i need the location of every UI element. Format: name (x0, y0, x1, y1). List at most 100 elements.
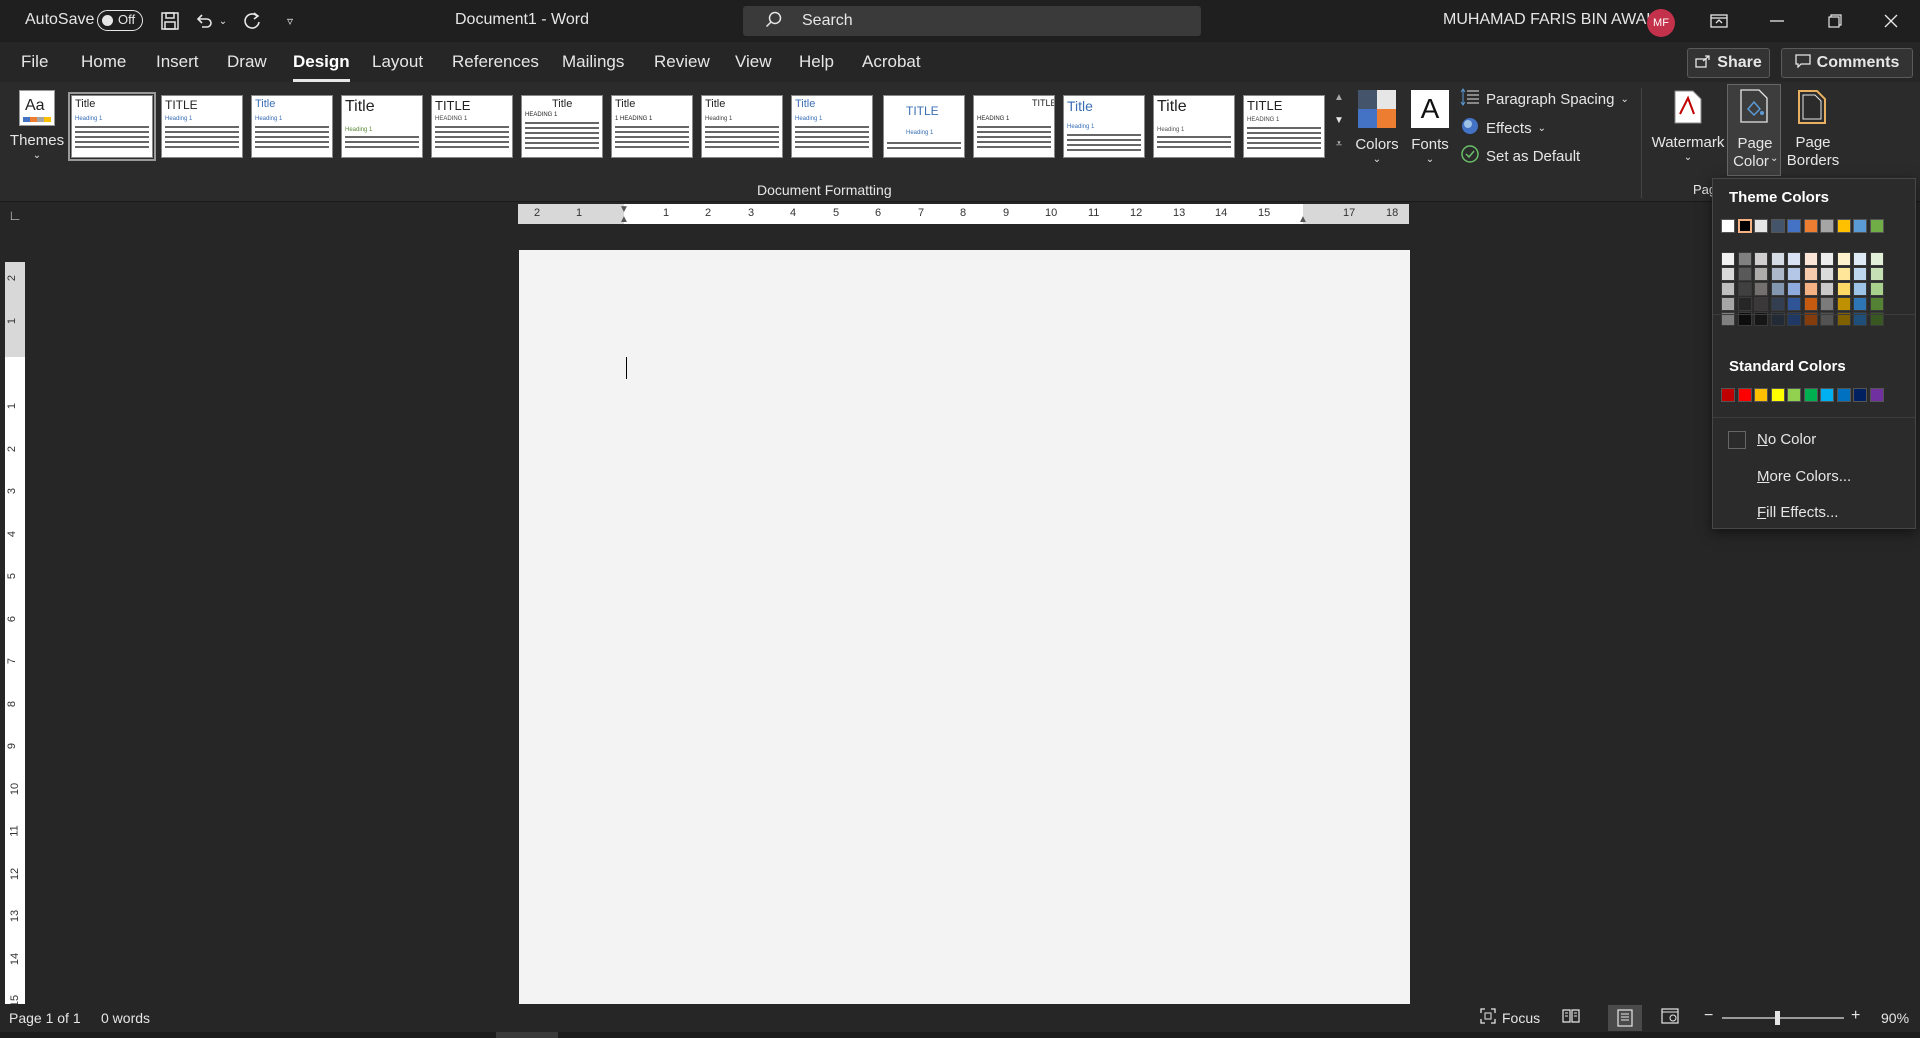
theme-shade-swatch[interactable] (1787, 297, 1801, 311)
standard-color-swatch[interactable] (1803, 388, 1818, 402)
tab-draw[interactable]: Draw (227, 52, 267, 72)
theme-shade-swatch[interactable] (1836, 297, 1851, 311)
theme-color-swatch[interactable] (1787, 219, 1801, 233)
style-set-3[interactable]: Title Heading 1 (251, 95, 333, 158)
theme-shade-swatch[interactable] (1853, 267, 1867, 281)
theme-shade-swatch[interactable] (1770, 282, 1785, 296)
style-set-9[interactable]: Title Heading 1 (791, 95, 873, 158)
theme-shade-swatch[interactable] (1869, 297, 1884, 311)
redo-icon[interactable] (240, 9, 264, 33)
paragraph-spacing-button[interactable]: Paragraph Spacing ⌄ (1460, 88, 1629, 110)
autosave-toggle[interactable]: Off (97, 10, 143, 31)
tab-layout[interactable]: Layout (372, 52, 423, 72)
gallery-more-icon[interactable]: ⩡ (1331, 138, 1347, 160)
theme-shade-swatch[interactable] (1836, 267, 1851, 281)
style-set-12[interactable]: Title Heading 1 (1063, 95, 1145, 158)
theme-shade-swatch[interactable] (1836, 282, 1851, 296)
tab-mailings[interactable]: Mailings (562, 52, 624, 72)
theme-shade-swatch[interactable] (1820, 282, 1834, 296)
theme-shade-swatch[interactable] (1869, 252, 1884, 266)
theme-shade-swatch[interactable] (1754, 297, 1768, 311)
theme-shade-swatch[interactable] (1803, 267, 1818, 281)
theme-shade-swatch[interactable] (1737, 297, 1752, 311)
tab-selector-icon[interactable]: ∟ (5, 207, 25, 227)
theme-color-swatch[interactable] (1737, 219, 1752, 233)
theme-shade-swatch[interactable] (1820, 297, 1834, 311)
more-colors-item[interactable]: More Colors... (1713, 461, 1915, 493)
theme-shade-swatch[interactable] (1770, 252, 1785, 266)
theme-shade-swatch[interactable] (1820, 267, 1834, 281)
set-as-default-button[interactable]: Set as Default (1460, 145, 1580, 167)
theme-shade-swatch[interactable] (1787, 282, 1801, 296)
style-set-8[interactable]: Title Heading 1 (701, 95, 783, 158)
zoom-level[interactable]: 90% (1881, 1010, 1909, 1026)
theme-shade-swatch[interactable] (1853, 282, 1867, 296)
theme-shade-swatch[interactable] (1853, 297, 1867, 311)
tab-view[interactable]: View (735, 52, 772, 72)
undo-icon[interactable] (192, 9, 216, 33)
style-set-2[interactable]: TITLE Heading 1 (161, 95, 243, 158)
page-count[interactable]: Page 1 of 1 (9, 1010, 81, 1026)
style-set-11[interactable]: TITLE HEADING 1 (973, 95, 1055, 158)
comments-button[interactable]: Comments (1781, 48, 1913, 78)
theme-shade-swatch[interactable] (1803, 297, 1818, 311)
theme-shade-swatch[interactable] (1869, 282, 1884, 296)
theme-shade-swatch[interactable] (1721, 252, 1735, 266)
avatar[interactable]: MF (1647, 9, 1675, 37)
minimize-icon[interactable] (1748, 0, 1806, 42)
close-icon[interactable] (1862, 0, 1920, 42)
theme-color-swatch[interactable] (1803, 219, 1818, 233)
search-box[interactable]: Search (743, 6, 1201, 36)
themes-button[interactable]: Aa Themes ⌄ (6, 84, 68, 168)
theme-shade-swatch[interactable] (1836, 252, 1851, 266)
zoom-slider[interactable] (1722, 1011, 1844, 1025)
tab-home[interactable]: Home (81, 52, 126, 72)
theme-shade-swatch[interactable] (1770, 297, 1785, 311)
standard-color-swatch[interactable] (1770, 388, 1785, 402)
standard-color-swatch[interactable] (1787, 388, 1801, 402)
restore-icon[interactable] (1806, 0, 1864, 42)
page-borders-button[interactable]: Page Borders (1786, 86, 1840, 176)
theme-shade-swatch[interactable] (1787, 252, 1801, 266)
theme-shade-swatch[interactable] (1721, 267, 1735, 281)
page-color-button[interactable]: Page Color ⌄ (1727, 84, 1781, 176)
theme-shade-swatch[interactable] (1853, 252, 1867, 266)
theme-shade-swatch[interactable] (1803, 282, 1818, 296)
zoom-out-icon[interactable]: − (1704, 1007, 1713, 1025)
colors-button[interactable]: Colors ⌄ (1355, 88, 1399, 172)
style-set-5[interactable]: TITLE HEADING 1 (431, 95, 513, 158)
undo-dropdown-icon[interactable]: ⌄ (216, 9, 230, 33)
theme-color-swatch[interactable] (1869, 219, 1884, 233)
hanging-indent-marker[interactable]: ▲ (619, 214, 629, 225)
gallery-scroll-down-icon[interactable]: ▼ (1331, 115, 1347, 137)
tab-design[interactable]: Design (293, 52, 350, 82)
standard-color-swatch[interactable] (1721, 388, 1735, 402)
style-set-6[interactable]: Title HEADING 1 (521, 95, 603, 158)
zoom-in-icon[interactable]: + (1851, 1007, 1860, 1025)
theme-color-swatch[interactable] (1820, 219, 1834, 233)
print-layout-icon[interactable] (1608, 1005, 1642, 1031)
theme-color-swatch[interactable] (1836, 219, 1851, 233)
standard-color-swatch[interactable] (1820, 388, 1834, 402)
style-set-1[interactable]: Title Heading 1 (68, 92, 156, 161)
tab-references[interactable]: References (452, 52, 539, 72)
no-color-item[interactable]: No Color (1713, 424, 1915, 456)
theme-color-swatch[interactable] (1770, 219, 1785, 233)
horizontal-ruler[interactable]: 2 1 1 2 3 4 5 6 7 8 9 10 11 12 13 14 15 17 18 ▼ ▲ ▲ (518, 204, 1409, 225)
ribbon-display-options-icon[interactable] (1690, 0, 1748, 42)
theme-shade-swatch[interactable] (1770, 267, 1785, 281)
word-count[interactable]: 0 words (101, 1010, 150, 1026)
vertical-ruler[interactable]: 2 1 1 2 3 4 5 6 7 8 9 10 11 12 13 14 15 (5, 262, 25, 1007)
tab-insert[interactable]: Insert (156, 52, 199, 72)
style-set-4[interactable]: Title Heading 1 (341, 95, 423, 158)
theme-shade-swatch[interactable] (1869, 267, 1884, 281)
gallery-scroll-up-icon[interactable]: ▲ (1331, 92, 1347, 114)
style-set-10[interactable]: TITLE Heading 1 (883, 95, 965, 158)
web-layout-icon[interactable] (1661, 1008, 1683, 1028)
theme-shade-swatch[interactable] (1737, 267, 1752, 281)
style-set-7[interactable]: Title 1 HEADING 1 (611, 95, 693, 158)
theme-shade-swatch[interactable] (1820, 252, 1834, 266)
share-button[interactable]: Share (1687, 48, 1770, 78)
theme-color-swatch[interactable] (1853, 219, 1867, 233)
standard-color-swatch[interactable] (1754, 388, 1768, 402)
